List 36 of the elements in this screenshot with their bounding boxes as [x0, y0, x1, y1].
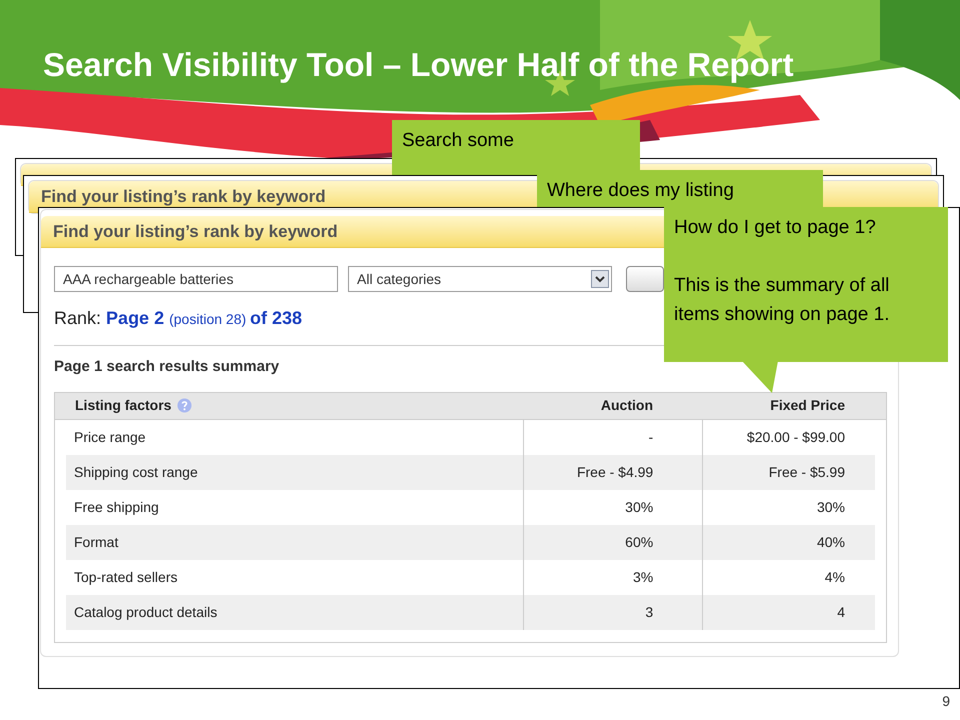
slide-title: Search Visibility Tool – Lower Half of the Report	[43, 45, 794, 85]
help-icon[interactable]	[177, 398, 192, 413]
summary-title: Page 1 search results summary	[54, 357, 280, 377]
rank-text: Rank: Page 2 (position 28) of 238	[54, 307, 302, 330]
keyword-field[interactable]: AAA rechargeable batteries	[54, 266, 338, 292]
table-cell-text: Free shipping	[74, 498, 159, 517]
table-cell-text: 3%	[632, 568, 654, 586]
column-header: Fixed Price	[770, 397, 845, 413]
table-cell-text: -	[648, 428, 654, 446]
table-cell-text: 30%	[816, 498, 845, 516]
callout-text: Search some	[402, 129, 515, 153]
table-cell-text: 4	[837, 602, 845, 622]
callout-text: How do I get to page 1?	[674, 216, 877, 240]
table-cell-text: 60%	[625, 532, 654, 552]
callout-text: Where does my listing	[547, 179, 735, 203]
table-cell-text: 30%	[625, 498, 654, 516]
table-cell-text: Catalog product details	[74, 602, 218, 622]
column-header: Auction	[600, 397, 653, 413]
table-cell-text: 4%	[824, 568, 845, 586]
column-header: Listing factors	[75, 396, 172, 415]
table-cell-text: Price range	[74, 428, 146, 447]
callout-text: This is the summary of all items showing on page 1.	[674, 274, 890, 327]
table-cell-text: Shipping cost range	[74, 462, 198, 482]
panel-title: Find your listing’s rank by keyword	[41, 186, 326, 208]
table-cell-text: Format	[74, 532, 118, 552]
page-number: 9	[942, 692, 950, 711]
table-cell-text: 3	[645, 602, 654, 622]
category-dropdown[interactable]: All categories	[348, 266, 612, 292]
search-button[interactable]	[626, 266, 664, 292]
table-cell-text: 40%	[816, 532, 845, 552]
table-cell-text: Top-rated sellers	[74, 568, 178, 587]
table-cell-text: $20.00 - $99.00	[746, 428, 845, 446]
caret-icon	[591, 270, 609, 288]
table-cell-text: Free - $5.99	[768, 462, 845, 482]
table-cell-text: Free - $4.99	[576, 462, 654, 482]
panel-title: Find your listing’s rank by keyword	[53, 220, 338, 243]
